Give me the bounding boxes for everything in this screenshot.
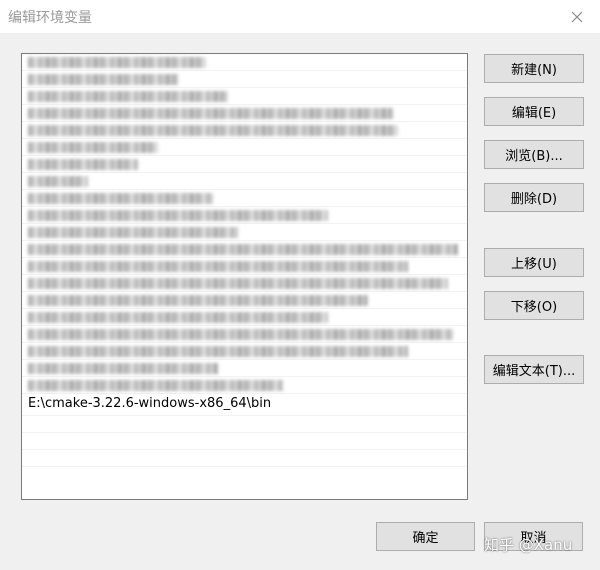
- list-item[interactable]: [22, 54, 467, 71]
- list-item[interactable]: [22, 139, 467, 156]
- move-up-button[interactable]: 上移(U): [484, 248, 584, 277]
- path-entries-rows: E:\cmake-3.22.6-windows-x86_64\bin: [22, 54, 467, 467]
- browse-button[interactable]: 浏览(B)...: [484, 140, 584, 169]
- ok-button[interactable]: 确定: [376, 522, 475, 551]
- list-item[interactable]: [22, 71, 467, 88]
- path-entries-list[interactable]: E:\cmake-3.22.6-windows-x86_64\bin: [21, 53, 468, 500]
- list-item[interactable]: [22, 326, 467, 343]
- list-item-empty[interactable]: [22, 416, 467, 433]
- list-item[interactable]: [22, 173, 467, 190]
- new-button[interactable]: 新建(N): [484, 54, 584, 83]
- list-item-empty[interactable]: [22, 450, 467, 467]
- edit-environment-variable-dialog: 编辑环境变量 E:\cmake-3.22.6-windows-x86_64\bi…: [0, 0, 600, 570]
- list-item[interactable]: [22, 190, 467, 207]
- delete-button[interactable]: 删除(D): [484, 183, 584, 212]
- list-item[interactable]: [22, 156, 467, 173]
- list-item-empty[interactable]: [22, 433, 467, 450]
- move-down-button[interactable]: 下移(O): [484, 291, 584, 320]
- close-button[interactable]: [554, 0, 600, 33]
- list-item-cmake-bin[interactable]: E:\cmake-3.22.6-windows-x86_64\bin: [22, 394, 467, 416]
- list-item[interactable]: [22, 88, 467, 105]
- list-item[interactable]: [22, 258, 467, 275]
- list-item[interactable]: [22, 224, 467, 241]
- list-item[interactable]: [22, 241, 467, 258]
- window-title: 编辑环境变量: [8, 10, 92, 26]
- list-item[interactable]: [22, 207, 467, 224]
- cancel-button[interactable]: 取消: [484, 522, 583, 551]
- list-item[interactable]: [22, 309, 467, 326]
- list-item[interactable]: [22, 105, 467, 122]
- list-item[interactable]: [22, 292, 467, 309]
- edit-text-button[interactable]: 编辑文本(T)...: [484, 355, 584, 384]
- list-item[interactable]: [22, 377, 467, 394]
- title-bar[interactable]: 编辑环境变量: [0, 0, 600, 33]
- list-item[interactable]: [22, 122, 467, 139]
- close-icon: [571, 11, 583, 22]
- list-item-text: E:\cmake-3.22.6-windows-x86_64\bin: [28, 396, 272, 411]
- list-item[interactable]: [22, 360, 467, 377]
- edit-button[interactable]: 编辑(E): [484, 97, 584, 126]
- list-item[interactable]: [22, 343, 467, 360]
- list-item[interactable]: [22, 275, 467, 292]
